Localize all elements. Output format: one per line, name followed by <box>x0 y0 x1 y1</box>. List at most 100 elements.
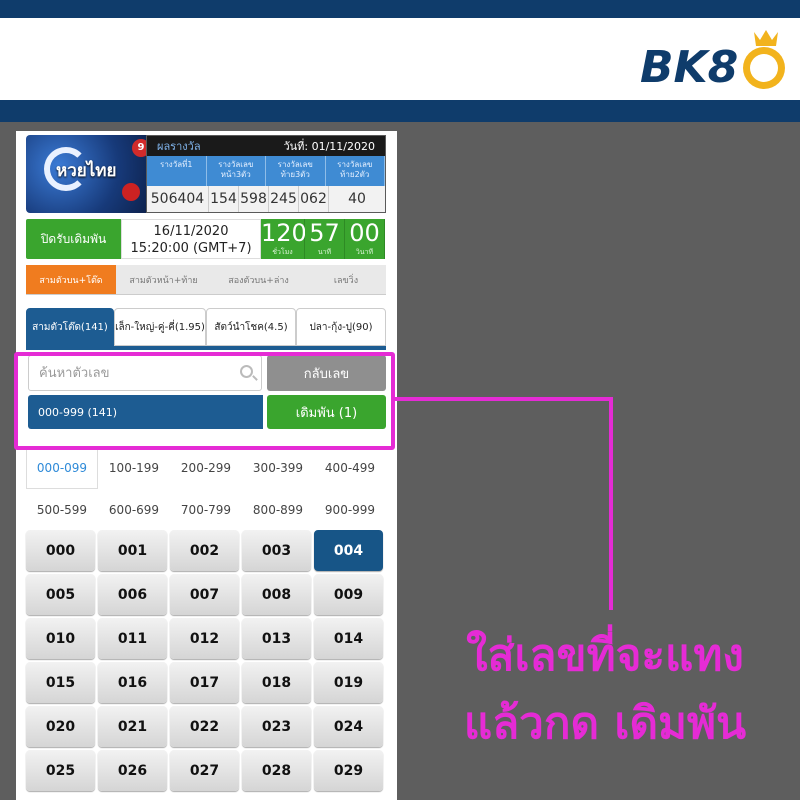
number-cell[interactable]: 028 <box>242 750 311 791</box>
highlight-box <box>14 352 395 450</box>
range-filter: 000-099 100-199 200-299 300-399 400-499 … <box>26 447 386 531</box>
number-cell[interactable]: 020 <box>26 706 95 747</box>
countdown-seconds: 00 วินาที <box>345 219 385 259</box>
countdown-number: 57 <box>309 219 340 247</box>
tab-running-number[interactable]: เลขวิ่ง <box>306 265 386 294</box>
tab-three-front-back[interactable]: สามตัวหน้า+ท้าย <box>116 265 211 294</box>
countdown-unit: ชั่วโมง <box>272 248 293 256</box>
number-cell[interactable]: 003 <box>242 530 311 571</box>
closing-date: 16/11/2020 <box>153 224 229 239</box>
number-cell[interactable]: 025 <box>26 750 95 791</box>
number-cell[interactable]: 017 <box>170 662 239 703</box>
results-title: ผลรางวัล <box>157 140 201 153</box>
range-option[interactable]: 000-099 <box>26 447 98 489</box>
number-cell[interactable]: 000 <box>26 530 95 571</box>
number-cell[interactable]: 024 <box>314 706 383 747</box>
result-value: 506404 <box>147 186 209 212</box>
caption-line: ใส่เลขที่จะแทง <box>466 630 744 681</box>
number-cell[interactable]: 022 <box>170 706 239 747</box>
results-columns: รางวัลที่1 รางวัลเลข หน้า3ตัว รางวัลเลข … <box>147 156 385 186</box>
number-row: 000 001 002 003 004 <box>26 530 386 571</box>
number-cell[interactable]: 021 <box>98 706 167 747</box>
tab-underline <box>26 346 386 350</box>
tab-fish-shrimp-crab[interactable]: ปลา-กุ้ง-ปู(90) <box>296 308 386 346</box>
results-column-label: รางวัลเลข ท้าย2ตัว <box>326 156 385 186</box>
number-cell[interactable]: 029 <box>314 750 383 791</box>
countdown-hours: 120 ชั่วโมง <box>261 219 307 259</box>
results-date: วันที่: 01/11/2020 <box>283 140 375 153</box>
number-cell[interactable]: 015 <box>26 662 95 703</box>
header-band-top <box>0 0 800 18</box>
range-option[interactable]: 900-999 <box>314 489 386 531</box>
results-values: 506404 154 598 245 062 40 <box>147 186 385 212</box>
tab-two-top-bottom[interactable]: สองตัวบน+ล่าง <box>211 265 306 294</box>
number-cell[interactable]: 027 <box>170 750 239 791</box>
number-cell[interactable]: 005 <box>26 574 95 615</box>
range-row: 000-099 100-199 200-299 300-399 400-499 <box>26 447 386 489</box>
results-column-label: รางวัลที่1 <box>147 156 207 186</box>
caption-line: แล้วกด เดิมพัน <box>463 698 747 749</box>
range-option[interactable]: 200-299 <box>170 447 242 489</box>
range-option[interactable]: 500-599 <box>26 489 98 531</box>
logo-text: BK8 <box>640 42 738 93</box>
range-option[interactable]: 800-899 <box>242 489 314 531</box>
number-cell[interactable]: 012 <box>170 618 239 659</box>
closing-time: 15:20:00 (GMT+7) <box>130 241 252 256</box>
result-value: 154 <box>209 186 239 212</box>
number-cell-selected[interactable]: 004 <box>314 530 383 571</box>
number-row: 015 016 017 018 019 <box>26 662 386 703</box>
number-cell[interactable]: 002 <box>170 530 239 571</box>
number-row: 025 026 027 028 029 <box>26 750 386 791</box>
number-cell[interactable]: 023 <box>242 706 311 747</box>
tab-lucky-animal[interactable]: สัตว์นำโชค(4.5) <box>206 308 296 346</box>
results-header: ผลรางวัล วันที่: 01/11/2020 <box>147 136 385 156</box>
range-row: 500-599 600-699 700-799 800-899 900-999 <box>26 489 386 531</box>
number-cell[interactable]: 026 <box>98 750 167 791</box>
number-cell[interactable]: 010 <box>26 618 95 659</box>
number-cell[interactable]: 008 <box>242 574 311 615</box>
result-value: 40 <box>348 191 366 207</box>
number-grid: 000 001 002 003 004 005 006 007 008 009 … <box>26 530 386 794</box>
number-cell[interactable]: 019 <box>314 662 383 703</box>
bk8-logo: BK8 <box>640 30 785 93</box>
results-panel: ผลรางวัล วันที่: 01/11/2020 รางวัลที่1 ร… <box>146 135 386 213</box>
number-cell[interactable]: 014 <box>314 618 383 659</box>
highlight-connector <box>395 397 613 401</box>
number-cell[interactable]: 007 <box>170 574 239 615</box>
tab-three-tod[interactable]: สามตัวโต๊ด(141) <box>26 308 114 346</box>
highlight-connector <box>609 397 613 610</box>
closing-label: ปิดรับเดิมพัน <box>26 219 121 259</box>
tab-small-big-odd-even[interactable]: เล็ก-ใหญ่-คู่-คี่(1.95) <box>114 308 206 346</box>
number-row: 010 011 012 013 014 <box>26 618 386 659</box>
instruction-caption: ใส่เลขที่จะแทง แล้วกด เดิมพัน <box>410 622 800 758</box>
results-column-label: รางวัลเลข หน้า3ตัว <box>207 156 266 186</box>
countdown-minutes: 57 นาที <box>305 219 345 259</box>
range-option[interactable]: 100-199 <box>98 447 170 489</box>
result-value: 598 <box>239 186 269 212</box>
number-cell[interactable]: 009 <box>314 574 383 615</box>
range-option[interactable]: 700-799 <box>170 489 242 531</box>
lottery-thumbnail: หวยไทย 9 <box>26 135 156 213</box>
number-row: 020 021 022 023 024 <box>26 706 386 747</box>
number-cell[interactable]: 001 <box>98 530 167 571</box>
number-cell[interactable]: 016 <box>98 662 167 703</box>
range-option[interactable]: 400-499 <box>314 447 386 489</box>
countdown-number: 120 <box>261 219 307 247</box>
results-column-label: รางวัลเลข ท้าย3ตัว <box>266 156 326 186</box>
result-value: 062 <box>299 186 329 212</box>
range-option[interactable]: 600-699 <box>98 489 170 531</box>
number-cell[interactable]: 006 <box>98 574 167 615</box>
result-value: 245 <box>269 186 299 212</box>
number-cell[interactable]: 018 <box>242 662 311 703</box>
number-row: 005 006 007 008 009 <box>26 574 386 615</box>
countdown-unit: นาที <box>317 248 332 256</box>
range-option[interactable]: 300-399 <box>242 447 314 489</box>
number-cell[interactable]: 011 <box>98 618 167 659</box>
number-cell[interactable]: 013 <box>242 618 311 659</box>
tab-three-top-tod[interactable]: สามตัวบน+โต๊ด <box>26 265 116 294</box>
lottery-ball-icon <box>122 183 140 201</box>
sub-tabs: สามตัวโต๊ด(141) เล็ก-ใหญ่-คู่-คี่(1.95) … <box>26 308 386 346</box>
bet-type-tabs: สามตัวบน+โต๊ด สามตัวหน้า+ท้าย สองตัวบน+ล… <box>26 265 386 295</box>
header-band-bottom <box>0 100 800 122</box>
closing-bar: ปิดรับเดิมพัน 16/11/2020 15:20:00 (GMT+7… <box>26 219 386 261</box>
